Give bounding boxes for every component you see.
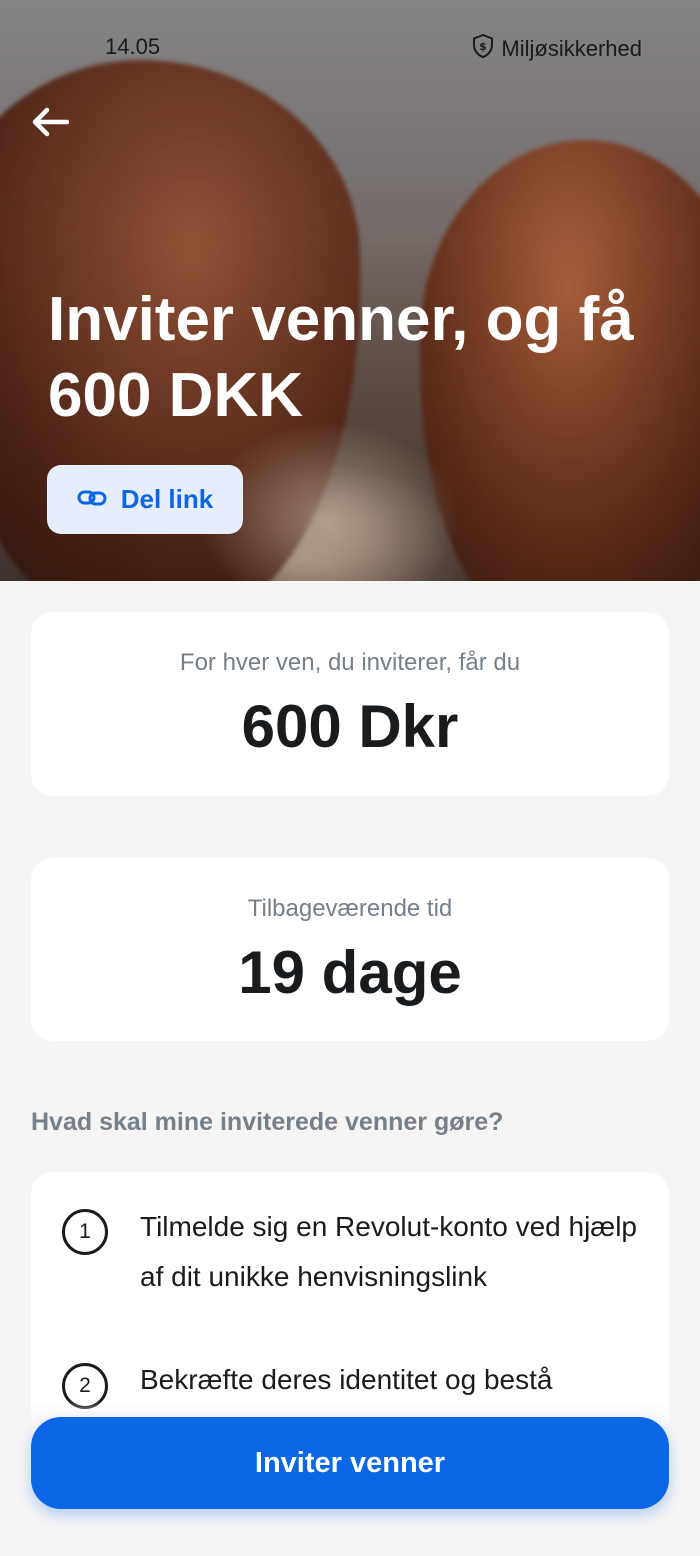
security-status: $ Miljøsikkerhed (471, 33, 642, 65)
hero-banner: 14.05 $ Miljøsikkerhed Inviter venner, o… (0, 0, 700, 581)
link-icon (77, 484, 107, 515)
step-text: Bekræfte deres identitet og bestå (140, 1364, 553, 1395)
remaining-time-card: Tilbageværende tid 19 dage (31, 858, 669, 1041)
back-button[interactable] (28, 104, 72, 144)
reward-caption: For hver ven, du inviterer, får du (179, 649, 521, 676)
reward-card: For hver ven, du inviterer, får du 600 D… (31, 612, 669, 796)
steps-heading: Hvad skal mine inviterede venner gøre? (31, 1108, 504, 1136)
step-number: 1 (62, 1209, 108, 1255)
status-time: 14.05 (105, 34, 161, 59)
invite-friends-label: Inviter venner (254, 1446, 446, 1479)
invite-friends-button[interactable]: Inviter venner (31, 1417, 669, 1509)
arrow-left-icon (31, 107, 70, 142)
step-text: Tilmelde sig en Revolut-konto ved hjælp … (140, 1211, 637, 1292)
page-title: Inviter venner, og få 600 DKK (48, 285, 634, 430)
share-link-label: Del link (120, 484, 214, 514)
shield-dollar-icon: $ (471, 33, 495, 65)
remaining-time-value: 19 dage (238, 939, 462, 1006)
svg-text:$: $ (480, 40, 488, 53)
reward-amount: 600 Dkr (241, 693, 459, 760)
security-label: Miljøsikkerhed (501, 36, 642, 61)
share-link-button[interactable]: Del link (47, 465, 243, 534)
remaining-time-caption: Tilbageværende tid (247, 895, 453, 922)
